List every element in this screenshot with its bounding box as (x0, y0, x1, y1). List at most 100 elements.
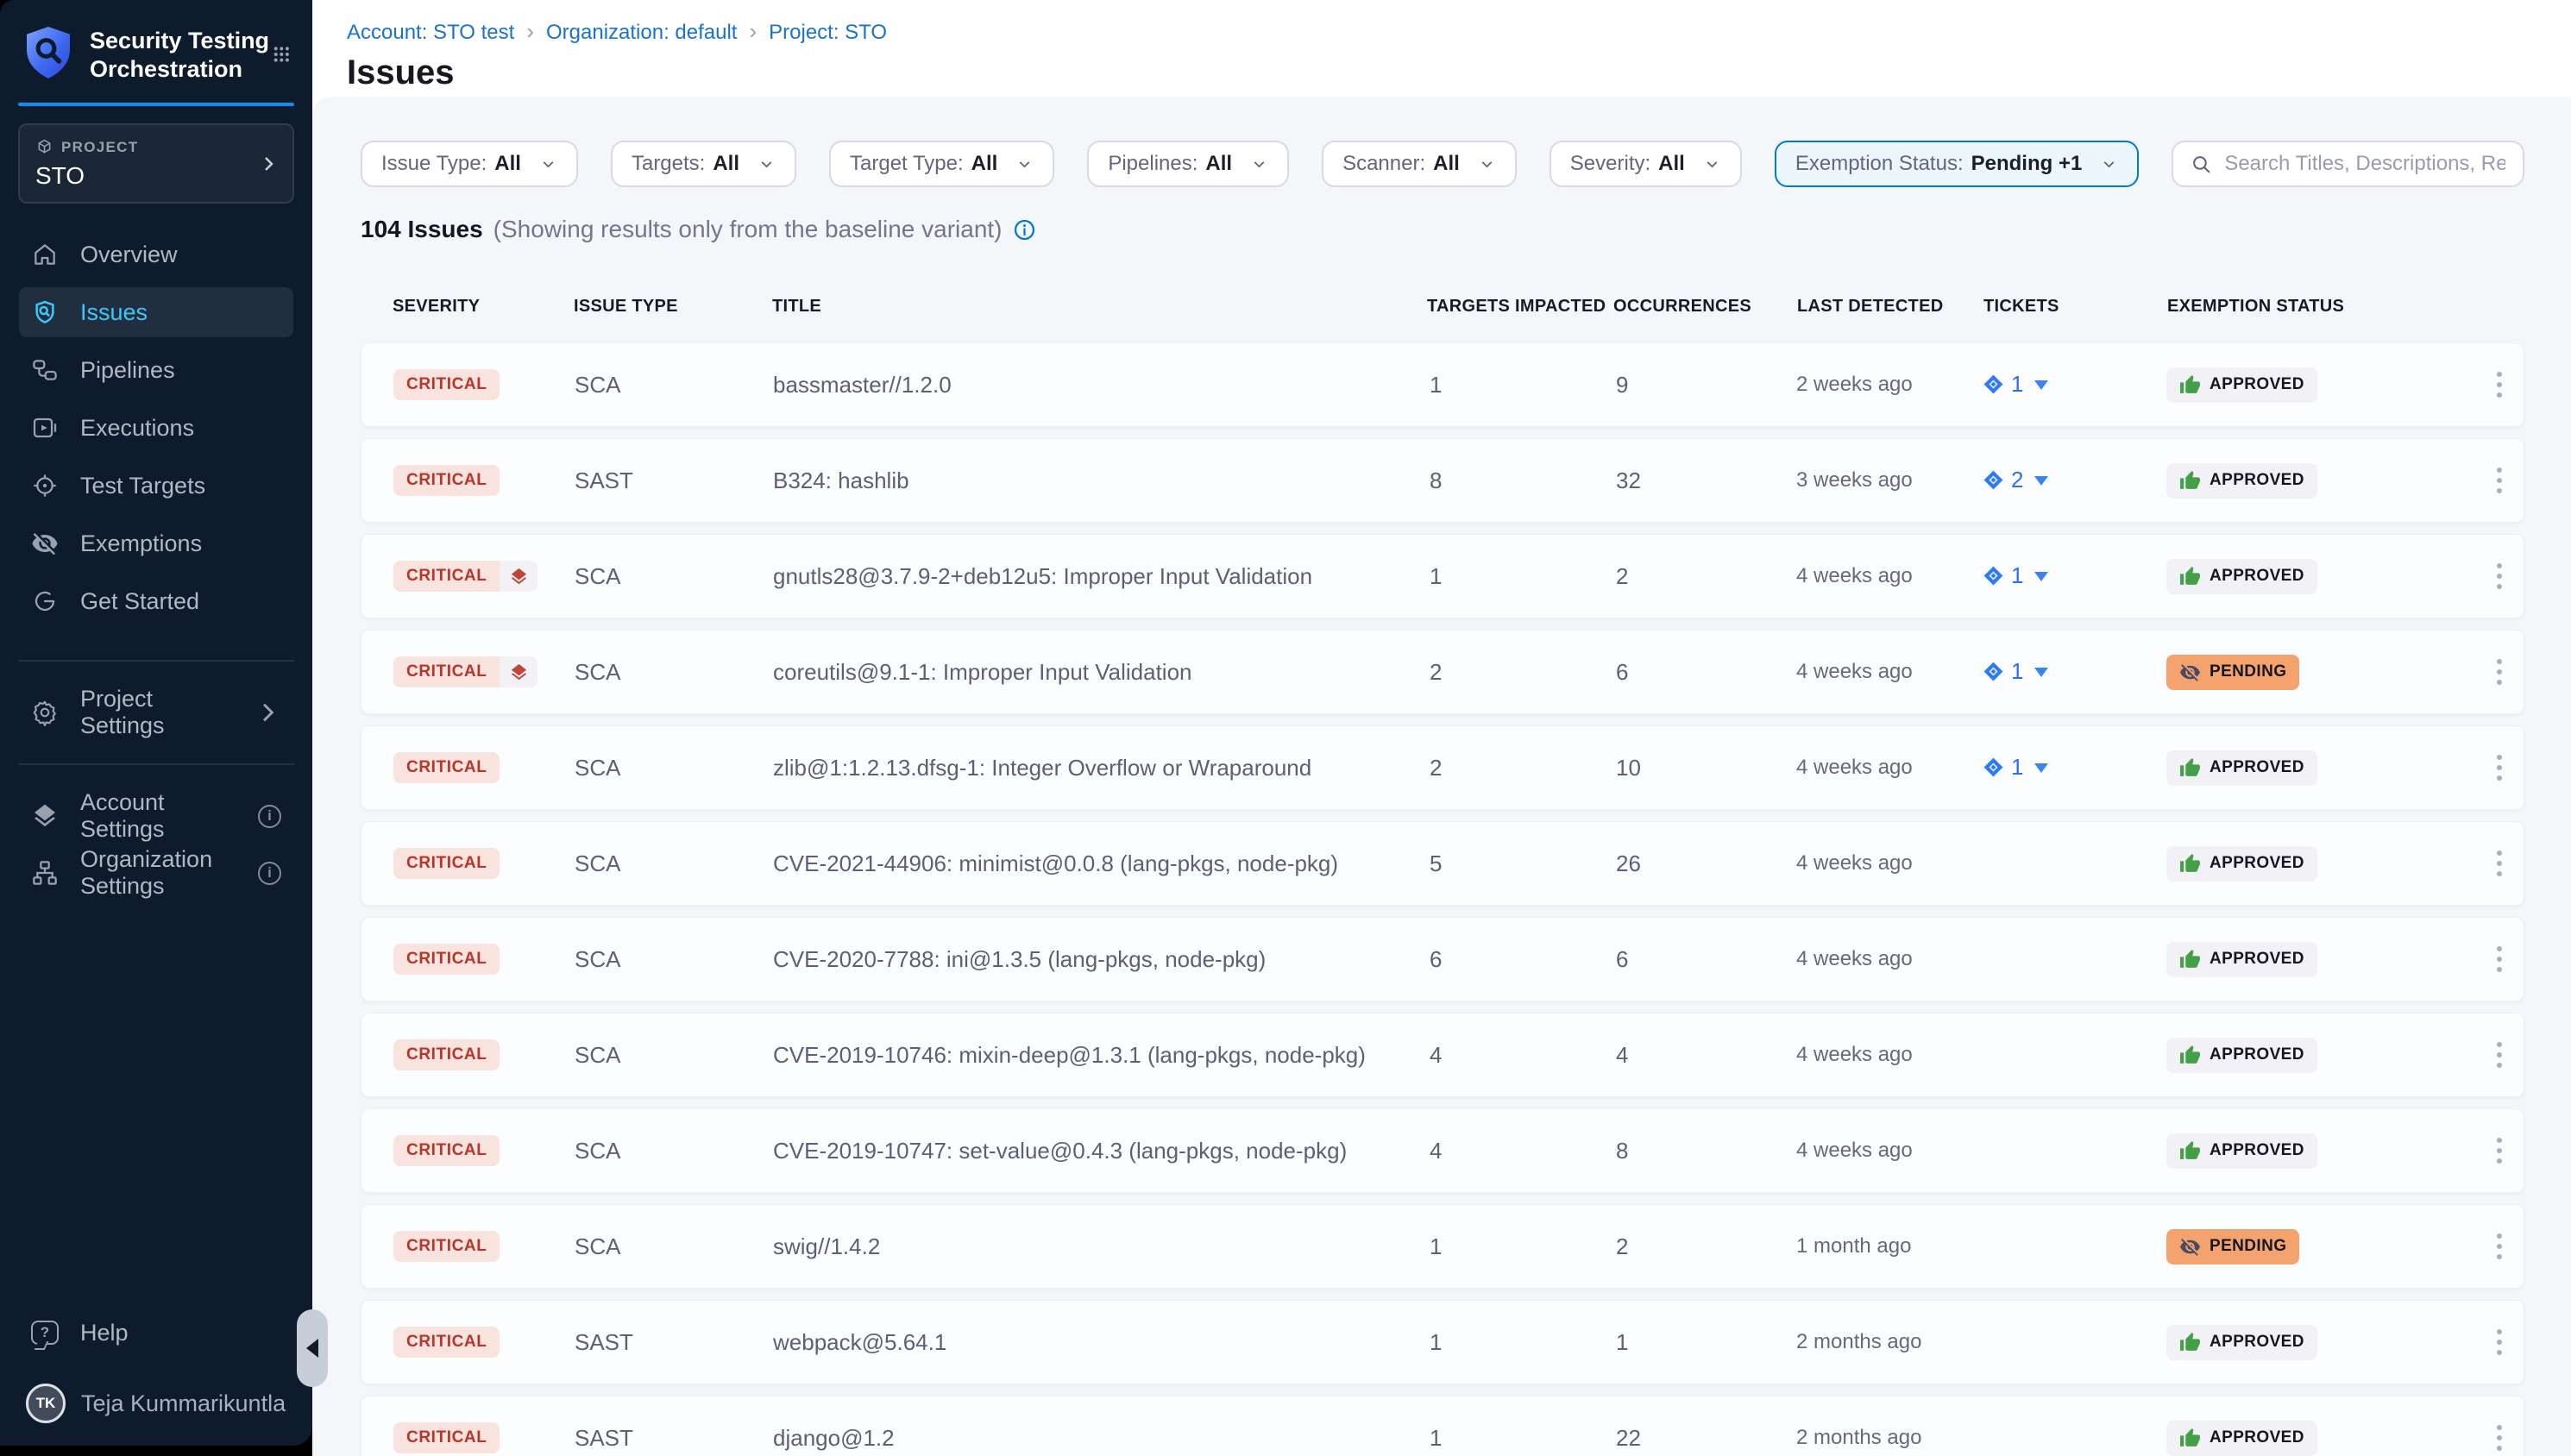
issue-title[interactable]: CVE-2020-7788: ini@1.3.5 (lang-pkgs, nod… (773, 946, 1426, 973)
sidebar-item-executions[interactable]: Executions (19, 403, 293, 453)
last-detected-cell: 2 months ago (1796, 1426, 1983, 1450)
ticket-dropdown-caret-icon[interactable] (2034, 380, 2048, 390)
row-menu-kebab[interactable] (2474, 468, 2524, 493)
breadcrumb-project[interactable]: Project: STO (769, 21, 887, 45)
row-menu-kebab[interactable] (2474, 563, 2524, 589)
sidebar-item-organization-settings[interactable]: Organization Settings i (19, 848, 293, 898)
ticket-dropdown-caret-icon[interactable] (2034, 668, 2048, 677)
table-row[interactable]: CRITICAL SCA bassmaster//1.2.0 1 9 2 wee… (361, 342, 2524, 427)
row-menu-kebab[interactable] (2474, 1425, 2524, 1451)
row-menu-kebab[interactable] (2474, 1329, 2524, 1355)
issue-title[interactable]: swig//1.4.2 (773, 1233, 1426, 1260)
sidebar-item-issues[interactable]: Issues (19, 287, 293, 337)
exemption-status-cell: APPROVED (2166, 559, 2474, 594)
table-row[interactable]: CRITICAL SCA CVE-2019-10747: set-value@0… (361, 1108, 2524, 1193)
sidebar-item-account-settings[interactable]: Account Settings i (19, 791, 293, 841)
row-menu-kebab[interactable] (2474, 372, 2524, 398)
filter-scanner[interactable]: Scanner: All (1322, 141, 1517, 187)
project-selector[interactable]: PROJECT STO (18, 123, 294, 204)
table-row[interactable]: CRITICAL SCA swig//1.4.2 1 2 1 month ago… (361, 1204, 2524, 1289)
row-menu-kebab[interactable] (2474, 755, 2524, 781)
targets-impacted-cell: 1 (1426, 1329, 1612, 1356)
exemption-status-cell: APPROVED (2166, 1421, 2474, 1456)
sidebar-item-help[interactable]: ? Help (19, 1308, 293, 1358)
sidebar-item-label: Organization Settings (80, 846, 236, 900)
filter-severity[interactable]: Severity: All (1550, 141, 1742, 187)
exemption-status-cell: APPROVED (2166, 367, 2474, 403)
issue-title[interactable]: CVE-2021-44906: minimist@0.0.8 (lang-pkg… (773, 850, 1426, 877)
table-row[interactable]: CRITICAL SAST django@1.2 1 22 2 months a… (361, 1396, 2524, 1456)
filter-targets[interactable]: Targets: All (611, 141, 796, 187)
issue-type-cell: SCA (575, 1233, 773, 1260)
issue-title[interactable]: webpack@5.64.1 (773, 1329, 1426, 1356)
issue-title[interactable]: zlib@1:1.2.13.dfsg-1: Integer Overflow o… (773, 755, 1426, 781)
row-menu-kebab[interactable] (2474, 659, 2524, 685)
row-menu-kebab[interactable] (2474, 850, 2524, 876)
issue-title[interactable]: bassmaster//1.2.0 (773, 372, 1426, 399)
issue-title[interactable]: CVE-2019-10747: set-value@0.4.3 (lang-pk… (773, 1138, 1426, 1164)
table-row[interactable]: CRITICAL SCA CVE-2020-7788: ini@1.3.5 (l… (361, 917, 2524, 1001)
issue-title[interactable]: coreutils@9.1-1: Improper Input Validati… (773, 659, 1426, 686)
table-row[interactable]: CRITICAL SCA gnutls28@3.7.9-2+deb12u5: I… (361, 534, 2524, 618)
jira-ticket-icon[interactable] (1983, 565, 2004, 587)
table-row[interactable]: CRITICAL SCA zlib@1:1.2.13.dfsg-1: Integ… (361, 725, 2524, 810)
row-menu-kebab[interactable] (2474, 946, 2524, 972)
info-icon[interactable] (1013, 218, 1036, 242)
exemption-status-badge: APPROVED (2166, 463, 2317, 499)
sidebar-item-get-started[interactable]: Get Started (19, 576, 293, 626)
jira-ticket-icon[interactable] (1983, 373, 2004, 395)
row-menu-kebab[interactable] (2474, 1233, 2524, 1259)
issue-type-cell: SAST (575, 468, 773, 494)
occurrences-cell: 8 (1612, 1138, 1796, 1164)
sidebar-item-overview[interactable]: Overview (19, 229, 293, 279)
filter-pipelines[interactable]: Pipelines: All (1087, 141, 1289, 187)
table-row[interactable]: CRITICAL SCA coreutils@9.1-1: Improper I… (361, 630, 2524, 714)
user-menu[interactable]: TK Teja Kummarikuntla (26, 1384, 293, 1423)
header-accent-rule (18, 103, 294, 106)
jira-ticket-icon[interactable] (1983, 469, 2004, 491)
table-row[interactable]: CRITICAL SCA CVE-2019-10746: mixin-deep@… (361, 1013, 2524, 1097)
filter-exemption-status[interactable]: Exemption Status: Pending +1 (1775, 141, 2139, 187)
ticket-dropdown-caret-icon[interactable] (2034, 763, 2048, 773)
ticket-dropdown-caret-icon[interactable] (2034, 572, 2048, 581)
issue-title[interactable]: gnutls28@3.7.9-2+deb12u5: Improper Input… (773, 563, 1426, 590)
issue-title[interactable]: B324: hashlib (773, 468, 1426, 494)
jira-ticket-icon[interactable] (1983, 756, 2004, 778)
issue-title[interactable]: django@1.2 (773, 1425, 1426, 1452)
issue-title[interactable]: CVE-2019-10746: mixin-deep@1.3.1 (lang-p… (773, 1042, 1426, 1069)
sidebar-item-pipelines[interactable]: Pipelines (19, 345, 293, 395)
filter-issue-type[interactable]: Issue Type: All (361, 141, 578, 187)
severity-cell: CRITICAL (393, 1231, 575, 1262)
breadcrumb-separator: › (749, 18, 757, 45)
info-icon[interactable]: i (258, 805, 281, 828)
last-detected-cell: 4 weeks ago (1796, 564, 1983, 588)
exemption-status-badge: APPROVED (2166, 942, 2317, 977)
row-menu-kebab[interactable] (2474, 1042, 2524, 1068)
pipelines-icon (31, 356, 59, 384)
search-input[interactable] (2224, 152, 2505, 176)
project-name: STO (35, 162, 277, 190)
jira-ticket-icon[interactable] (1983, 661, 2004, 682)
exemption-status-cell: APPROVED (2166, 846, 2474, 882)
table-row[interactable]: CRITICAL SAST B324: hashlib 8 32 3 weeks… (361, 438, 2524, 523)
sidebar-item-test-targets[interactable]: Test Targets (19, 461, 293, 511)
severity-cell: CRITICAL (393, 1135, 575, 1166)
last-detected-cell: 3 weeks ago (1796, 468, 1983, 493)
sidebar-item-project-settings[interactable]: Project Settings (19, 687, 293, 737)
sto-shield-logo-icon (22, 24, 74, 81)
breadcrumb-organization[interactable]: Organization: default (546, 21, 737, 45)
filter-target-type[interactable]: Target Type: All (829, 141, 1054, 187)
severity-badge: CRITICAL (393, 752, 500, 783)
table-row[interactable]: CRITICAL SCA CVE-2021-44906: minimist@0.… (361, 821, 2524, 906)
sidebar-item-exemptions[interactable]: Exemptions (19, 518, 293, 568)
breadcrumb-account[interactable]: Account: STO test (347, 21, 514, 45)
info-icon[interactable]: i (258, 862, 281, 885)
row-menu-kebab[interactable] (2474, 1138, 2524, 1164)
sidebar-collapse-handle[interactable] (297, 1309, 328, 1387)
app-switcher-grid-icon[interactable] (272, 36, 292, 72)
table-header-row: SEVERITY ISSUE TYPE TITLE TARGETS IMPACT… (361, 297, 2524, 317)
ticket-count: 2 (2011, 467, 2023, 493)
col-header-occurrences: OCCURRENCES (1613, 297, 1797, 317)
table-row[interactable]: CRITICAL SAST webpack@5.64.1 1 1 2 month… (361, 1300, 2524, 1384)
ticket-dropdown-caret-icon[interactable] (2034, 476, 2048, 486)
